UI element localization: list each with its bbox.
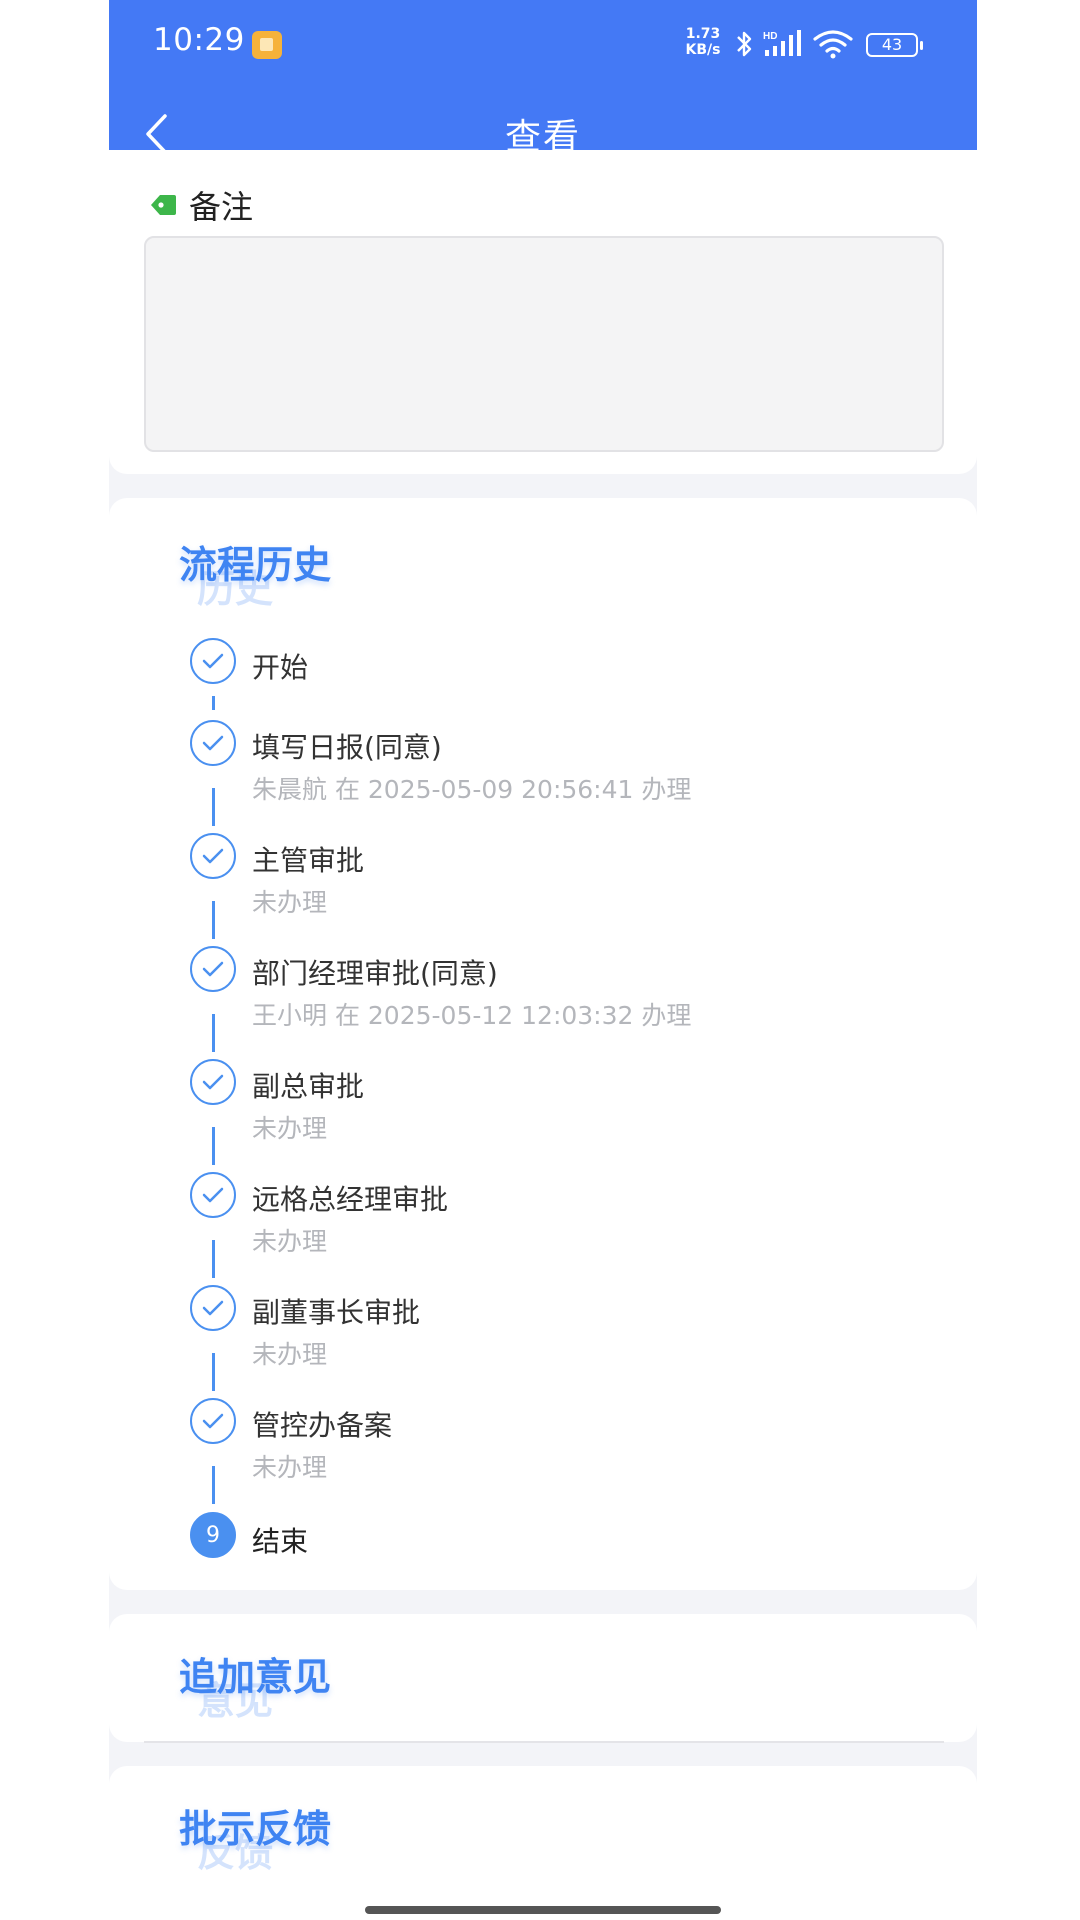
status-bar: 10:29 1.73 KB/s HD 43 xyxy=(109,0,977,90)
step-number-badge: 9 xyxy=(190,1512,236,1558)
timeline-connector xyxy=(212,901,215,939)
check-circle-icon xyxy=(190,1172,236,1218)
process-history-title: 历史 流程历史 xyxy=(179,534,332,611)
check-circle-icon xyxy=(190,1398,236,1444)
step-subtitle: 王小明 在 2025-05-12 12:03:32 办理 xyxy=(252,1001,692,1030)
step-title: 结束 xyxy=(252,1525,309,1558)
step-title: 主管审批 xyxy=(252,844,365,877)
bluetooth-icon xyxy=(737,31,752,57)
timeline-connector xyxy=(212,1353,215,1391)
instruction-feedback-title-text: 批示反馈 xyxy=(179,1807,332,1851)
step-subtitle: 未办理 xyxy=(252,888,328,917)
network-speed-value: 1.73 xyxy=(685,26,721,42)
notification-app-icon xyxy=(252,31,282,59)
check-circle-icon xyxy=(190,638,236,684)
remarks-card: 备注 xyxy=(109,150,977,474)
status-time: 10:29 xyxy=(153,22,245,58)
step-title: 开始 xyxy=(252,651,309,684)
check-circle-icon xyxy=(190,720,236,766)
additional-opinion-title-text: 追加意见 xyxy=(179,1655,332,1699)
network-speed: 1.73 KB/s xyxy=(681,26,725,58)
phone-screen: 10:29 1.73 KB/s HD 43 查看 备注 历史 流程历史 开始 填… xyxy=(109,0,977,1920)
instruction-feedback-title: 反馈 批示反馈 xyxy=(179,1798,332,1875)
timeline-connector xyxy=(212,1466,215,1504)
check-circle-icon xyxy=(190,833,236,879)
step-subtitle: 未办理 xyxy=(252,1227,328,1256)
tag-icon xyxy=(151,195,176,215)
remarks-textarea[interactable] xyxy=(144,236,944,452)
status-icons: HD xyxy=(735,26,853,62)
step-title: 副董事长审批 xyxy=(252,1296,421,1329)
timeline-connector xyxy=(212,1014,215,1052)
timeline-connector xyxy=(212,1127,215,1165)
wifi-icon xyxy=(813,30,853,59)
step-subtitle: 未办理 xyxy=(252,1340,328,1369)
step-subtitle: 未办理 xyxy=(252,1453,328,1482)
cellular-signal-icon: HD xyxy=(763,30,801,56)
hd-label: HD xyxy=(763,31,777,42)
step-title: 部门经理审批(同意) xyxy=(252,957,498,990)
timeline-connector xyxy=(212,696,215,710)
additional-opinion-card[interactable]: 意见 追加意见 xyxy=(109,1614,977,1743)
home-indicator[interactable] xyxy=(365,1906,721,1914)
additional-opinion-title: 意见 追加意见 xyxy=(179,1646,332,1723)
step-subtitle: 朱晨航 在 2025-05-09 20:56:41 办理 xyxy=(252,775,692,804)
divider xyxy=(144,1741,944,1743)
instruction-feedback-card[interactable]: 反馈 批示反馈 xyxy=(109,1766,977,1920)
process-history-title-text: 流程历史 xyxy=(179,543,332,587)
step-title: 管控办备案 xyxy=(252,1409,393,1442)
network-speed-unit: KB/s xyxy=(685,42,721,58)
timeline-connector xyxy=(212,1240,215,1278)
remarks-label: 备注 xyxy=(189,188,254,226)
check-circle-icon xyxy=(190,1059,236,1105)
step-title: 副总审批 xyxy=(252,1070,365,1103)
step-title: 填写日报(同意) xyxy=(252,731,442,764)
remarks-label-row: 备注 xyxy=(149,182,253,228)
step-subtitle: 未办理 xyxy=(252,1114,328,1143)
timeline-connector xyxy=(212,788,215,826)
battery-indicator: 43 xyxy=(866,33,923,57)
check-circle-icon xyxy=(190,1285,236,1331)
process-history-card: 历史 流程历史 开始 填写日报(同意) 朱晨航 在 2025-05-09 20:… xyxy=(109,498,977,1590)
check-circle-icon xyxy=(190,946,236,992)
step-title: 远格总经理审批 xyxy=(252,1183,449,1216)
